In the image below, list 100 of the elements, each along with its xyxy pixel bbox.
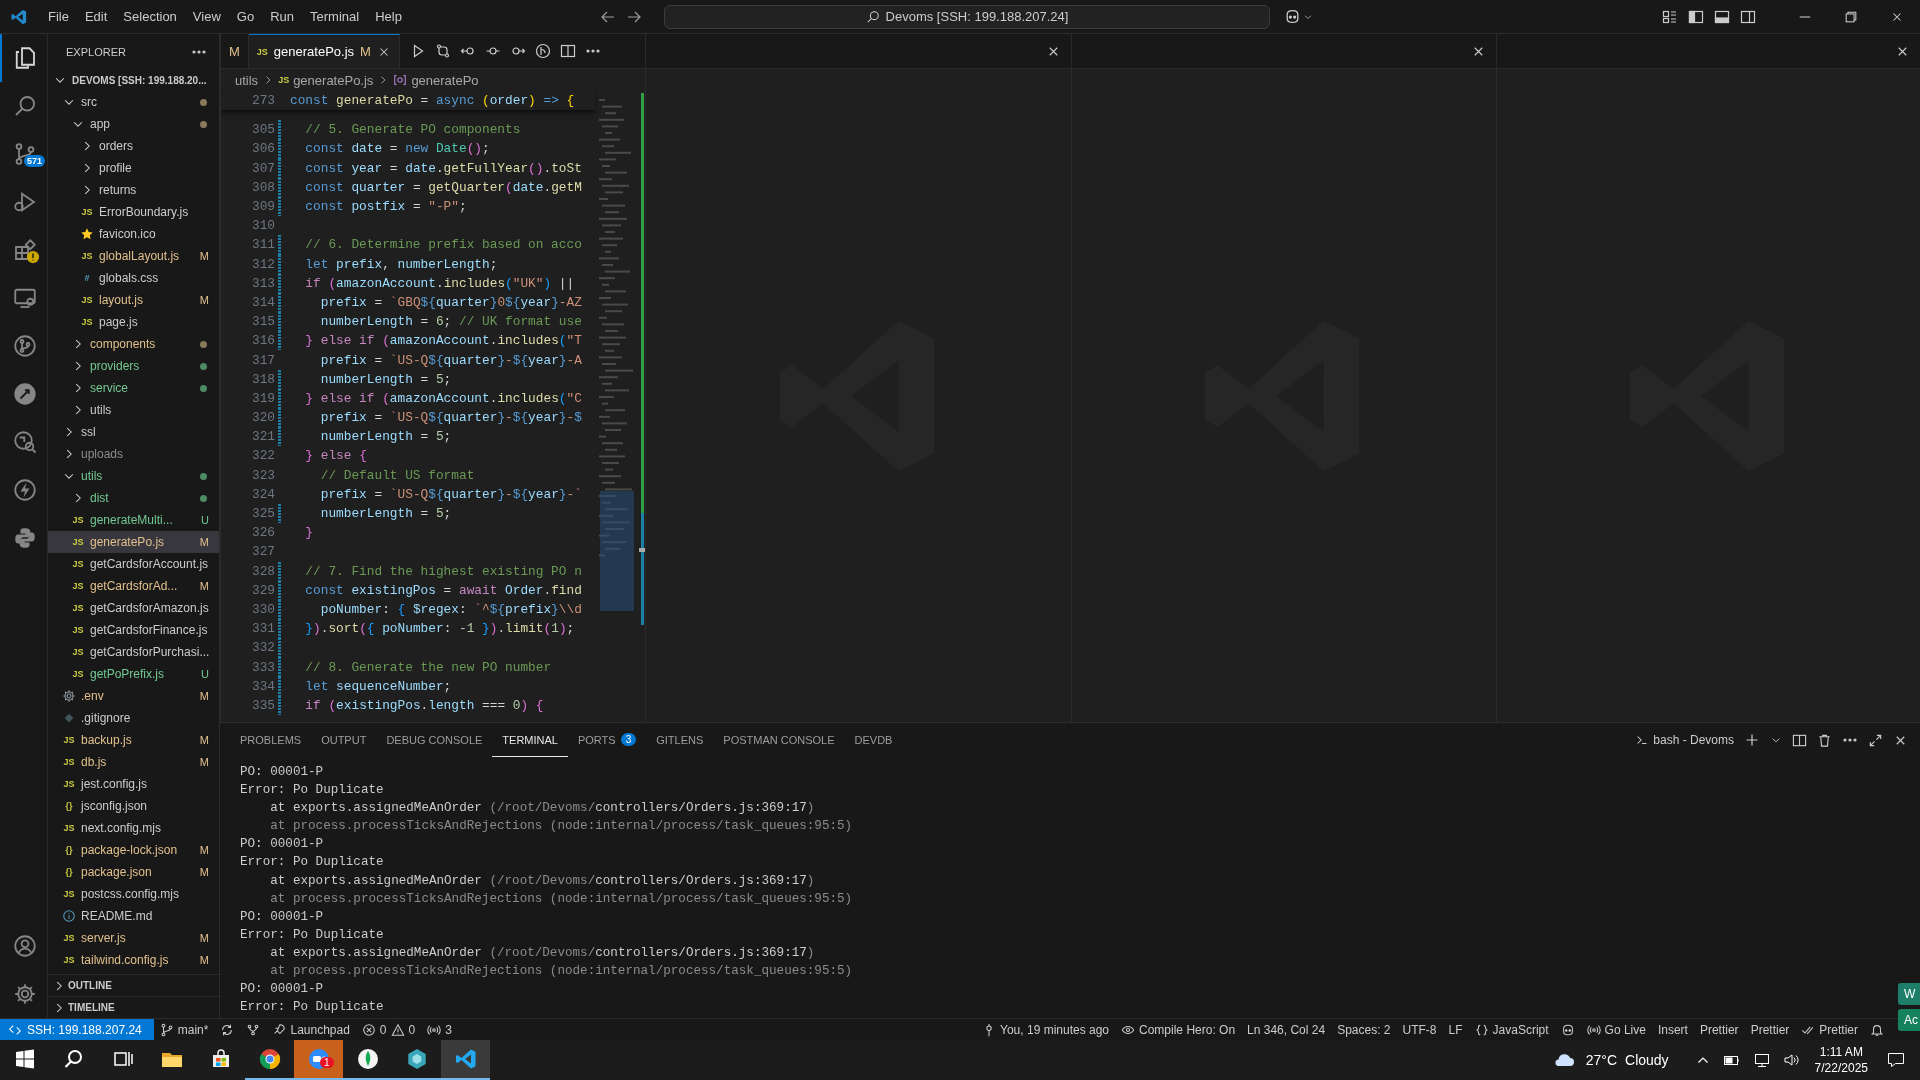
status-item[interactable]: You, 19 minutes ago [976,1019,1116,1040]
panel-tab[interactable]: DEBUG CONSOLE [376,723,493,757]
toggle-sidebar-icon[interactable] [1688,8,1704,25]
activity-item[interactable]: 571 [0,130,47,178]
status-item[interactable]: JavaScript [1468,1019,1555,1040]
status-item[interactable]: Insert [1651,1019,1694,1040]
panel-tab[interactable]: PROBLEMS [230,723,312,757]
menu-item[interactable]: Go [228,6,263,27]
tree-item[interactable]: JS server.js M [48,927,219,949]
menu-item[interactable]: Run [262,6,302,27]
panel-tab[interactable]: POSTMAN CONSOLE [713,723,845,757]
menu-item[interactable]: View [184,6,229,27]
tree-item[interactable]: JS getCardsforFinance.js [48,619,219,641]
status-item[interactable]: Launchpad [266,1019,356,1040]
clock[interactable]: 1:11 AM 7/22/2025 [1814,1044,1868,1076]
notifications-icon[interactable] [1886,1050,1906,1070]
new-terminal-icon[interactable] [1744,732,1760,748]
panel-tab[interactable]: DEVDB [844,723,903,757]
tree-item[interactable]: JS getCardsforPurchasi... [48,641,219,663]
menu-item[interactable]: Help [367,6,410,27]
status-item[interactable]: Ln 346, Col 24 [1241,1019,1332,1040]
tree-item[interactable]: JS postcss.config.mjs [48,883,219,905]
tree-item[interactable]: JS getPoPrefix.js U [48,663,219,685]
tree-item[interactable]: JS layout.js M [48,289,219,311]
tree-item[interactable]: profile [48,157,219,179]
customize-layout-icon[interactable] [1662,8,1678,25]
tree-item[interactable]: JS generateMulti... U [48,509,219,531]
tree-item[interactable]: {} jsconfig.json [48,795,219,817]
panel-tab[interactable]: TERMINAL [492,723,568,757]
tree-item[interactable]: DEVOMS [SSH: 199.188.20... [48,69,219,91]
split-terminal-icon[interactable] [1792,732,1807,748]
tree-item[interactable]: JS generatePo.js M [48,531,219,553]
taskbar-app[interactable]: 1 [294,1040,343,1080]
network-icon[interactable] [1752,1052,1771,1068]
split-editor-icon[interactable] [559,43,576,59]
status-item[interactable]: UTF-8 [1396,1019,1443,1040]
status-item[interactable]: Spaces: 2 [1331,1019,1397,1040]
tree-item[interactable]: orders [48,135,219,157]
status-item[interactable]: LF [1442,1019,1469,1040]
tree-item[interactable]: .env M [48,685,219,707]
status-item[interactable]: Prettier [1744,1019,1796,1040]
tree-item[interactable]: JS db.js M [48,751,219,773]
status-item[interactable]: Go Live [1580,1019,1652,1040]
menu-item[interactable]: File [40,6,77,27]
breadcrumb[interactable]: generatePo.js [293,72,374,88]
tree-item[interactable]: .gitignore [48,707,219,729]
tree-item[interactable]: favicon.ico [48,223,219,245]
toggle-secondary-sidebar-icon[interactable] [1740,8,1756,25]
tree-item[interactable]: JS ErrorBoundary.js [48,201,219,223]
notification-tag[interactable]: Ac [1898,1009,1920,1031]
problems-status[interactable]: 0 0 [355,1019,422,1040]
tree-item[interactable]: JS page.js [48,311,219,333]
tree-item[interactable]: JS backup.js M [48,729,219,751]
status-item[interactable]: Prettier [1693,1019,1745,1040]
toggle-panel-icon[interactable] [1714,8,1730,25]
remote-indicator[interactable]: SSH: 199.188.207.24 [0,1019,154,1040]
breadcrumb[interactable]: utils [235,72,259,88]
tree-item[interactable]: {} package-lock.json M [48,839,219,861]
status-item[interactable]: Compile Hero: On [1115,1019,1242,1040]
status-item[interactable]: main* [153,1019,215,1040]
menu-item[interactable]: Selection [115,6,185,27]
tree-item[interactable]: ssl [48,421,219,443]
tree-item[interactable]: service [48,377,219,399]
tree-item[interactable]: uploads [48,443,219,465]
tree-item[interactable]: app [48,113,219,135]
tree-item[interactable]: JS next.config.mjs [48,817,219,839]
tree-item[interactable]: utils [48,465,219,487]
trash-icon[interactable] [1817,732,1832,748]
command-center[interactable]: Devoms [SSH: 199.188.207.24] [664,4,1270,29]
gitlens-icon[interactable] [534,43,551,59]
weather-widget[interactable]: 27°C Cloudy [1549,1048,1669,1072]
status-item[interactable]: Prettier [1795,1019,1864,1040]
section-header[interactable]: OUTLINE [48,974,219,996]
tree-item[interactable]: JS tailwind.config.js M [48,949,219,971]
tree-item[interactable]: utils [48,399,219,421]
tree-item[interactable]: src [48,91,219,113]
tree-item[interactable]: JS globalLayout.js M [48,245,219,267]
tree-item[interactable]: JS jest.config.js [48,773,219,795]
editor-tab[interactable]: JS generatePo.js M [248,34,400,68]
tree-item[interactable]: # globals.css [48,267,219,289]
copilot-menu[interactable] [1284,8,1313,25]
notification-tag[interactable]: W [1898,983,1920,1005]
tree-item[interactable]: components [48,333,219,355]
tree-item[interactable]: JS getCardsforAccount.js [48,553,219,575]
menu-item[interactable]: Terminal [302,6,368,27]
maximize-panel-icon[interactable] [1868,732,1883,748]
status-item[interactable]: 3 [421,1019,458,1040]
tree-item[interactable]: dist [48,487,219,509]
panel-tab[interactable]: PORTS 3 [567,723,647,757]
tree-item[interactable]: JS getCardsforAd... M [48,575,219,597]
volume-icon[interactable] [1782,1052,1801,1068]
terminal-selector[interactable]: bash - Devoms [1635,733,1734,747]
panel-tab[interactable]: GITLENS [646,723,714,757]
breadcrumb[interactable]: generatePo [411,72,479,88]
menu-item[interactable]: Edit [76,6,116,27]
tree-item[interactable]: returns [48,179,219,201]
tree-item[interactable]: README.md [48,905,219,927]
panel-tab[interactable]: OUTPUT [311,723,377,757]
tree-item[interactable]: {} package.json M [48,861,219,883]
tree-item[interactable]: providers [48,355,219,377]
